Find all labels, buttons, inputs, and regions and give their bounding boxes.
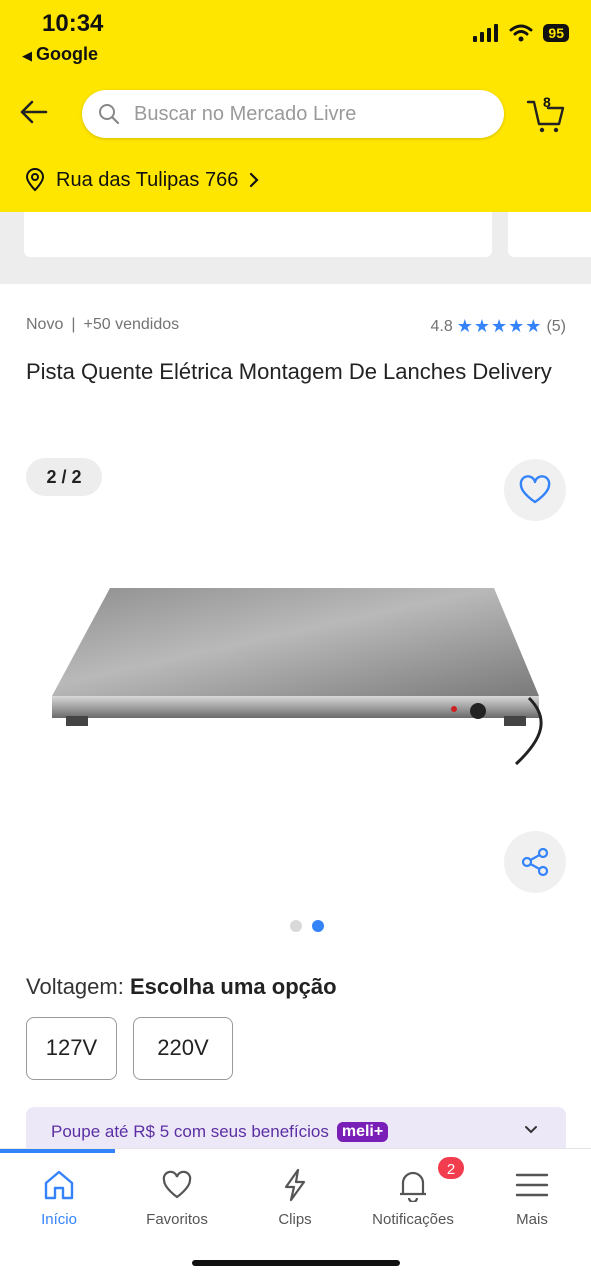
bell-icon <box>400 1171 426 1202</box>
status-time: 10:34 <box>42 10 104 37</box>
star-rating-icon: ★★★★★ <box>456 316 543 336</box>
back-app-label: Google <box>36 44 98 64</box>
chevron-down-icon <box>525 1126 537 1134</box>
notification-badge: 2 <box>436 1155 466 1181</box>
carousel-strip <box>0 212 591 284</box>
heart-icon <box>162 1170 192 1199</box>
rating-value: 4.8 <box>430 317 453 335</box>
wifi-icon <box>509 24 533 42</box>
tab-inicio[interactable]: Início <box>0 1167 118 1228</box>
gallery-pagination <box>290 920 324 932</box>
chevron-right-icon <box>250 172 259 188</box>
product-title: Pista Quente Elétrica Montagem De Lanche… <box>26 359 552 384</box>
share-icon <box>521 847 549 877</box>
address-selector[interactable]: Rua das Tulipas 766 <box>24 168 260 192</box>
cart-count: 8 <box>543 94 551 110</box>
voltage-option-220v[interactable]: 220V <box>133 1017 233 1080</box>
menu-icon <box>515 1173 549 1197</box>
tab-label: Mais <box>516 1211 548 1228</box>
promo-text: Poupe até R$ 5 com seus benefícios <box>51 1122 329 1141</box>
active-tab-indicator <box>0 1149 115 1153</box>
voltage-label-prefix: Voltagem: <box>26 974 130 999</box>
tab-favoritos[interactable]: Favoritos <box>118 1167 236 1228</box>
product-meta: Novo | +50 vendidos <box>26 316 179 334</box>
back-triangle-icon: ◀ <box>22 48 32 63</box>
carousel-card[interactable] <box>24 212 492 257</box>
home-icon <box>44 1170 74 1200</box>
heart-icon <box>519 475 551 504</box>
rating-summary[interactable]: 4.8 ★★★★★ (5) <box>431 316 567 337</box>
battery-indicator: 95 <box>543 24 569 42</box>
share-button[interactable] <box>504 831 566 893</box>
condition-label: Novo <box>26 316 64 333</box>
search-input[interactable]: Buscar no Mercado Livre <box>82 90 504 138</box>
tab-mais[interactable]: Mais <box>473 1167 591 1228</box>
gallery-counter: 2 / 2 <box>26 458 102 496</box>
home-indicator <box>192 1260 400 1266</box>
voltage-option-127v[interactable]: 127V <box>26 1017 117 1080</box>
top-header: 10:34 ◀ Google 95 Buscar no Mercado Livre <box>0 0 591 212</box>
review-count: (5) <box>546 317 566 335</box>
status-icons: 95 <box>473 24 569 42</box>
back-arrow-icon[interactable] <box>16 94 52 130</box>
meta-divider: | <box>71 316 76 333</box>
search-placeholder: Buscar no Mercado Livre <box>134 102 357 125</box>
carousel-card[interactable] <box>508 212 591 257</box>
tab-label: Início <box>41 1211 77 1228</box>
meli-plus-badge: meli+ <box>336 1122 389 1142</box>
tab-label: Notificações <box>372 1211 454 1228</box>
tab-label: Clips <box>278 1211 312 1228</box>
pagination-dot-active[interactable] <box>312 920 324 932</box>
tab-clips[interactable]: Clips <box>236 1167 354 1228</box>
pagination-dot[interactable] <box>290 920 302 932</box>
sold-count: +50 vendidos <box>83 316 180 333</box>
search-icon <box>99 104 120 125</box>
signal-icon <box>473 24 499 42</box>
favorite-button[interactable] <box>504 459 566 521</box>
voltage-selection: Escolha uma opção <box>129 974 337 999</box>
address-label: Rua das Tulipas 766 <box>56 168 239 191</box>
back-to-app-link[interactable]: ◀ Google <box>22 44 98 65</box>
clips-icon <box>284 1168 306 1202</box>
product-image[interactable] <box>44 578 554 778</box>
tab-label: Favoritos <box>146 1211 208 1228</box>
voltage-label: Voltagem: Escolha uma opção <box>26 974 337 1000</box>
location-pin-icon <box>25 168 45 192</box>
